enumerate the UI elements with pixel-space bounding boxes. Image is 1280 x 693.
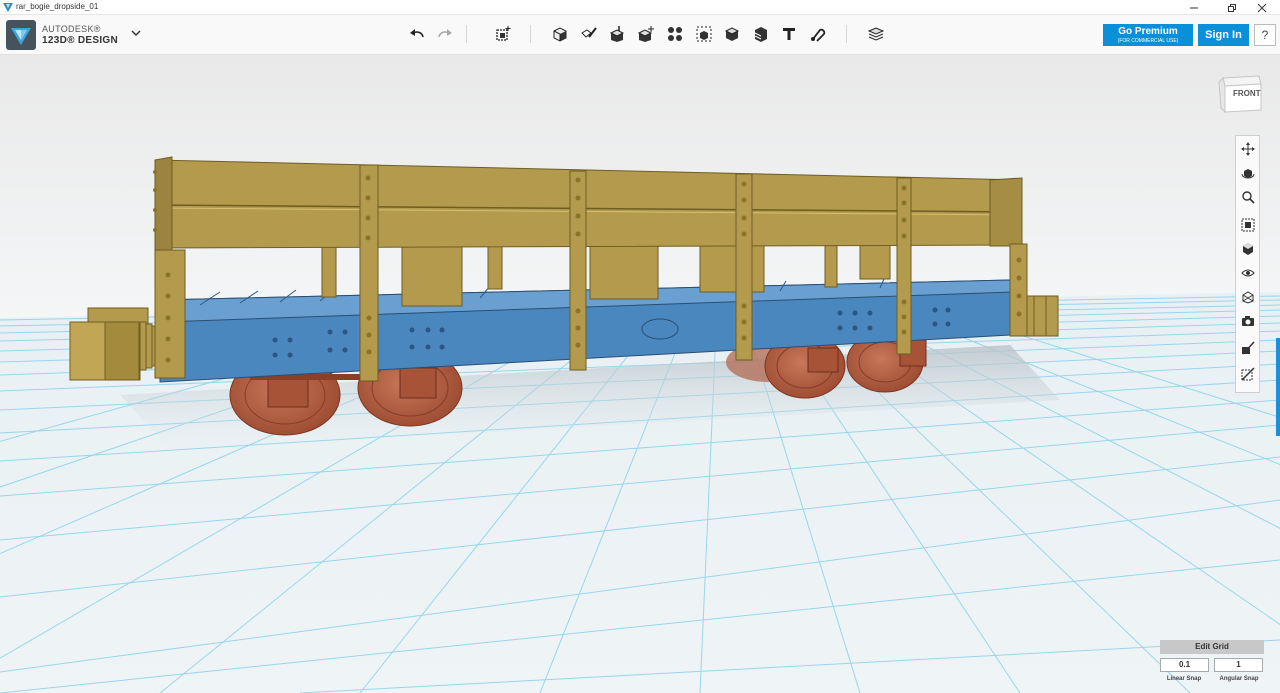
pattern-icon	[668, 27, 682, 41]
snap-button[interactable]	[808, 24, 828, 44]
angular-snap-field[interactable]: 1	[1214, 658, 1263, 672]
views-button[interactable]	[1238, 239, 1258, 259]
modify-button[interactable]	[636, 24, 656, 44]
orbit-button[interactable]	[1238, 163, 1258, 183]
zoom-button[interactable]	[1238, 187, 1258, 207]
material-view-button[interactable]	[1238, 287, 1258, 307]
grouping-button[interactable]	[694, 24, 714, 44]
redo-icon	[438, 29, 452, 38]
title-bar: rar_bogie_dropside_01	[0, 0, 1280, 15]
material-icon	[867, 27, 885, 41]
hide-grid-icon	[1241, 367, 1255, 381]
redo-button[interactable]	[435, 24, 455, 44]
go-premium-button[interactable]: Go Premium (FOR COMMERCIAL USE)	[1103, 24, 1193, 46]
brand-product: 123D® DESIGN	[42, 34, 118, 46]
scene-canvas[interactable]	[0, 55, 1280, 693]
app-icon	[3, 3, 13, 12]
construct-button[interactable]	[607, 24, 627, 44]
primitives-button[interactable]	[550, 24, 570, 44]
measure-icon	[754, 27, 767, 42]
combine-icon	[724, 27, 740, 41]
construct-icon	[609, 26, 625, 42]
undo-button[interactable]	[407, 24, 427, 44]
main-toolbar: AUTODESK® 123D® DESIGN Go Premium (FOR C…	[0, 15, 1280, 55]
cube-view-icon	[1243, 243, 1253, 255]
grid-settings-panel: Edit Grid 0.1 1 Linear Snap Angular Snap	[1160, 640, 1264, 690]
transform-button[interactable]	[493, 24, 513, 44]
camera-icon	[1242, 316, 1254, 326]
visibility-button[interactable]	[1238, 263, 1258, 283]
side-panel-tab[interactable]	[1276, 338, 1280, 436]
123d-logo-icon	[6, 20, 36, 50]
primitives-icon	[553, 27, 567, 42]
grouping-icon	[696, 26, 712, 42]
restore-icon	[1228, 3, 1236, 12]
view-cube-face-label: FRONT	[1233, 89, 1261, 98]
undo-icon	[410, 29, 424, 38]
sign-in-button[interactable]: Sign In	[1198, 24, 1249, 46]
text-button[interactable]	[779, 24, 799, 44]
orbit-icon	[1241, 169, 1255, 179]
pan-icon	[1241, 142, 1255, 156]
modify-icon	[637, 26, 654, 42]
sketch-icon	[581, 27, 597, 38]
measure-button[interactable]	[751, 24, 771, 44]
brand-company: AUTODESK®	[42, 23, 101, 34]
3d-viewport[interactable]: FRONT Edit Grid 0.1 1 Linear Snap Angula…	[0, 55, 1280, 693]
pan-button[interactable]	[1238, 139, 1258, 159]
fit-button[interactable]	[1238, 215, 1258, 235]
grid-toggle-icon	[1242, 341, 1255, 355]
minimize-icon	[1190, 7, 1198, 8]
go-premium-label: Go Premium	[1118, 26, 1178, 37]
text-icon	[783, 28, 795, 40]
edit-grid-button[interactable]: Edit Grid	[1160, 640, 1264, 654]
app-menu[interactable]: AUTODESK® 123D® DESIGN	[6, 20, 118, 50]
material-button[interactable]	[866, 24, 886, 44]
zoom-icon	[1242, 191, 1255, 204]
go-premium-sublabel: (FOR COMMERCIAL USE)	[1117, 38, 1179, 44]
navigation-bar	[1235, 135, 1260, 393]
grid-toggle-button[interactable]	[1238, 338, 1258, 358]
chevron-down-icon[interactable]	[131, 29, 141, 37]
combine-button[interactable]	[722, 24, 742, 44]
help-button[interactable]: ?	[1254, 24, 1276, 46]
close-icon	[1257, 3, 1267, 12]
snap-icon	[811, 28, 826, 42]
close-window-button[interactable]	[1244, 0, 1280, 15]
linear-snap-field[interactable]: 0.1	[1160, 658, 1209, 672]
hide-grid-button[interactable]	[1238, 364, 1258, 384]
pattern-button[interactable]	[665, 24, 685, 44]
window-title: rar_bogie_dropside_01	[16, 2, 99, 11]
fit-icon	[1241, 218, 1255, 232]
linear-snap-label: Linear Snap	[1166, 676, 1202, 682]
transform-icon	[496, 26, 511, 41]
sketch-button[interactable]	[579, 24, 599, 44]
view-cube[interactable]: FRONT	[1215, 74, 1265, 114]
snapshot-button[interactable]	[1238, 311, 1258, 331]
eye-icon	[1241, 269, 1255, 277]
render-mode-icon	[1242, 291, 1254, 304]
angular-snap-label: Angular Snap	[1219, 676, 1259, 682]
minimize-button[interactable]	[1176, 0, 1212, 15]
